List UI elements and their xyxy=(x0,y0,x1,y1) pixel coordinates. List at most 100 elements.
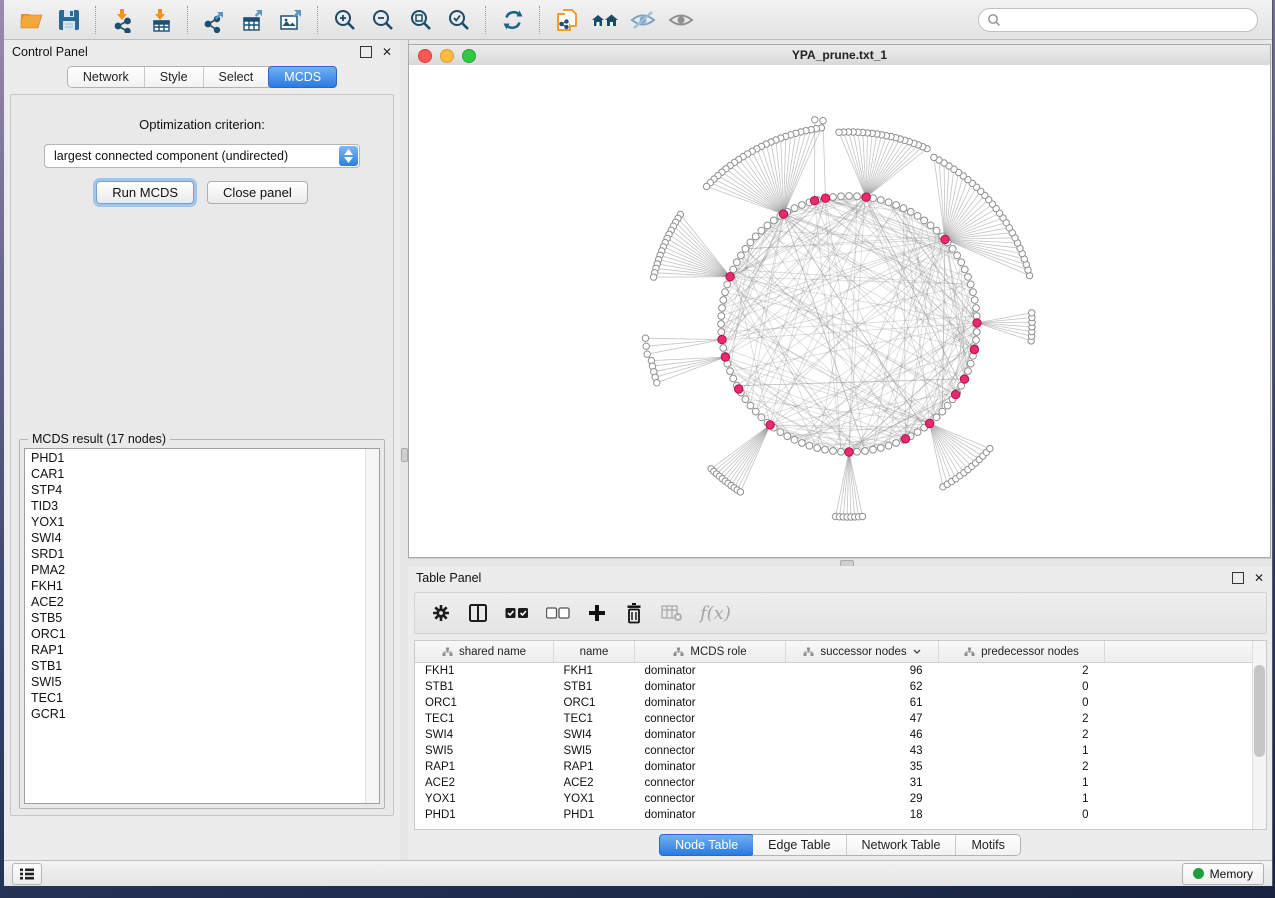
dominator-node[interactable] xyxy=(845,448,853,456)
table-row[interactable]: STB1STB1dominator620 xyxy=(415,679,1262,695)
tab-network[interactable]: Network xyxy=(68,67,145,87)
splitter-handle[interactable] xyxy=(401,448,408,462)
minimize-window-icon[interactable] xyxy=(440,49,454,63)
tab-edge-table[interactable]: Edge Table xyxy=(753,835,846,855)
network-window-titlebar[interactable]: YPA_prune.txt_1 xyxy=(409,45,1270,66)
table-scrollbar-thumb[interactable] xyxy=(1254,665,1265,757)
select-all-columns-icon[interactable] xyxy=(505,606,529,620)
tab-mcds[interactable]: MCDS xyxy=(268,66,337,88)
float-window-icon[interactable] xyxy=(1232,572,1244,584)
zoom-out-icon[interactable] xyxy=(364,4,402,36)
close-window-icon[interactable] xyxy=(418,49,432,63)
dominator-node[interactable] xyxy=(726,273,734,281)
deselect-all-columns-icon[interactable] xyxy=(546,606,570,620)
table-cell[interactable]: dominator xyxy=(635,695,786,711)
mcds-result-item[interactable]: STP4 xyxy=(25,482,379,498)
table-cell[interactable]: 1 xyxy=(939,791,1105,807)
import-table-icon[interactable] xyxy=(142,4,180,36)
tab-motifs[interactable]: Motifs xyxy=(956,835,1019,855)
memory-button[interactable]: Memory xyxy=(1182,863,1264,885)
save-session-icon[interactable] xyxy=(50,4,88,36)
table-cell[interactable]: ORC1 xyxy=(554,695,635,711)
table-cell[interactable]: 29 xyxy=(786,791,939,807)
duplicate-network-icon[interactable] xyxy=(548,4,586,36)
table-row[interactable]: SWI4SWI4dominator462 xyxy=(415,727,1262,743)
mcds-result-item[interactable]: TEC1 xyxy=(25,690,379,706)
mcds-result-item[interactable]: ORC1 xyxy=(25,626,379,642)
table-cell[interactable]: SWI5 xyxy=(554,743,635,759)
table-cell[interactable]: ACE2 xyxy=(554,775,635,791)
table-cell[interactable]: 31 xyxy=(786,775,939,791)
table-cell[interactable]: connector xyxy=(635,791,786,807)
mcds-result-item[interactable]: PHD1 xyxy=(25,450,379,466)
first-neighbors-icon[interactable] xyxy=(586,4,624,36)
zoom-fit-icon[interactable] xyxy=(402,4,440,36)
table-row[interactable]: PHD1PHD1dominator180 xyxy=(415,807,1262,823)
maximize-window-icon[interactable] xyxy=(462,49,476,63)
add-column-icon[interactable] xyxy=(587,603,607,623)
mcds-result-item[interactable]: RAP1 xyxy=(25,642,379,658)
table-cell[interactable]: TEC1 xyxy=(554,711,635,727)
table-row[interactable]: SWI5SWI5connector431 xyxy=(415,743,1262,759)
table-cell[interactable]: 0 xyxy=(939,807,1105,823)
table-cell[interactable]: RAP1 xyxy=(554,759,635,775)
mcds-result-item[interactable]: ACE2 xyxy=(25,594,379,610)
table-row[interactable]: YOX1YOX1connector291 xyxy=(415,791,1262,807)
table-cell[interactable]: 2 xyxy=(939,663,1105,680)
table-row[interactable]: FKH1FKH1dominator962 xyxy=(415,663,1262,680)
mcds-result-list[interactable]: PHD1CAR1STP4TID3YOX1SWI4SRD1PMA2FKH1ACE2… xyxy=(24,448,380,804)
mcds-result-item[interactable]: STB5 xyxy=(25,610,379,626)
list-scrollbar-track[interactable] xyxy=(365,449,379,803)
dominator-node[interactable] xyxy=(735,385,743,393)
table-cell[interactable]: PHD1 xyxy=(554,807,635,823)
node-table-grid[interactable]: shared namenameMCDS rolesuccessor nodesp… xyxy=(415,641,1262,823)
close-icon[interactable]: ✕ xyxy=(1254,573,1264,583)
tab-node-table[interactable]: Node Table xyxy=(659,834,754,856)
mcds-result-item[interactable]: GCR1 xyxy=(25,706,379,722)
table-row[interactable]: ORC1ORC1dominator610 xyxy=(415,695,1262,711)
mcds-result-item[interactable]: CAR1 xyxy=(25,466,379,482)
mcds-result-item[interactable]: FKH1 xyxy=(25,578,379,594)
table-cell[interactable]: dominator xyxy=(635,807,786,823)
mcds-result-item[interactable]: SWI5 xyxy=(25,674,379,690)
dominator-node[interactable] xyxy=(766,421,774,429)
zoom-selected-icon[interactable] xyxy=(440,4,478,36)
run-mcds-button[interactable]: Run MCDS xyxy=(96,181,194,204)
task-history-button[interactable] xyxy=(12,863,42,885)
dominator-node[interactable] xyxy=(941,235,949,243)
delete-column-icon[interactable] xyxy=(624,602,644,624)
column-header-predecessor-nodes[interactable]: predecessor nodes xyxy=(939,641,1105,663)
table-cell[interactable]: 47 xyxy=(786,711,939,727)
table-cell[interactable]: dominator xyxy=(635,679,786,695)
table-cell[interactable]: 1 xyxy=(939,775,1105,791)
show-all-icon[interactable] xyxy=(662,4,700,36)
table-cell[interactable]: 43 xyxy=(786,743,939,759)
table-cell[interactable]: RAP1 xyxy=(415,759,554,775)
table-cell[interactable]: FKH1 xyxy=(415,663,554,680)
show-columns-icon[interactable] xyxy=(468,603,488,623)
mcds-result-item[interactable]: YOX1 xyxy=(25,514,379,530)
mcds-result-item[interactable]: SRD1 xyxy=(25,546,379,562)
tab-network-table[interactable]: Network Table xyxy=(847,835,957,855)
close-icon[interactable]: ✕ xyxy=(382,47,392,57)
dominator-node[interactable] xyxy=(960,375,968,383)
table-scrollbar-track[interactable] xyxy=(1252,641,1266,829)
table-cell[interactable]: connector xyxy=(635,775,786,791)
dominator-node[interactable] xyxy=(718,335,726,343)
export-image-icon[interactable] xyxy=(272,4,310,36)
table-cell[interactable]: 2 xyxy=(939,727,1105,743)
table-cell[interactable]: 2 xyxy=(939,711,1105,727)
table-cell[interactable]: dominator xyxy=(635,727,786,743)
table-cell[interactable]: 46 xyxy=(786,727,939,743)
tab-style[interactable]: Style xyxy=(145,67,204,87)
network-canvas[interactable] xyxy=(409,65,1270,557)
mcds-result-item[interactable]: PMA2 xyxy=(25,562,379,578)
table-cell[interactable]: TEC1 xyxy=(415,711,554,727)
float-window-icon[interactable] xyxy=(360,46,372,58)
table-cell[interactable]: 61 xyxy=(786,695,939,711)
dominator-node[interactable] xyxy=(952,390,960,398)
table-cell[interactable]: SWI4 xyxy=(554,727,635,743)
table-cell[interactable]: STB1 xyxy=(415,679,554,695)
table-cell[interactable]: STB1 xyxy=(554,679,635,695)
table-cell[interactable]: dominator xyxy=(635,759,786,775)
